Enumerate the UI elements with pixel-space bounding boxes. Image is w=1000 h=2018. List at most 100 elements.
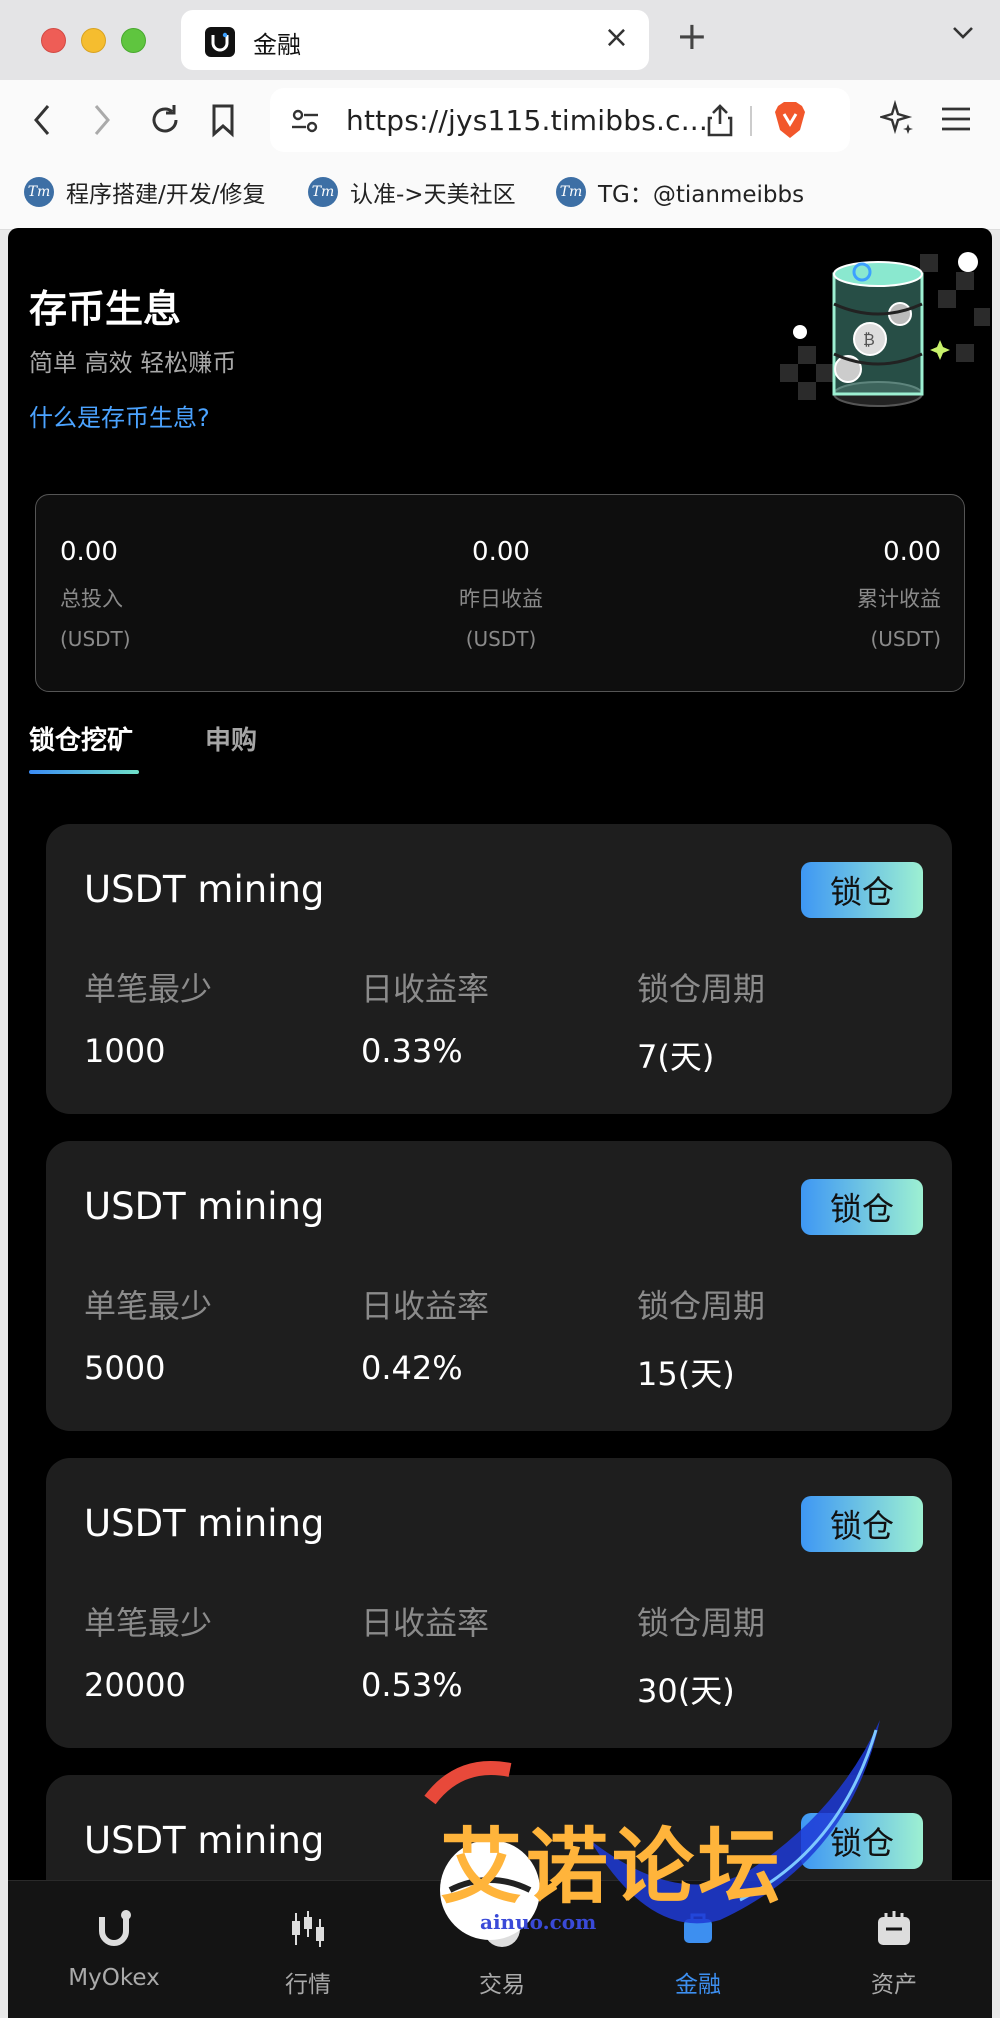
close-window-button[interactable] xyxy=(41,28,66,53)
earnings-summary-card: 0.00 总投入 (USDT) 0.00 昨日收益 (USDT) 0.00 累计… xyxy=(35,494,965,692)
chevron-down-icon[interactable] xyxy=(950,22,976,42)
bookmark-icon[interactable] xyxy=(210,102,236,138)
exchange-icon xyxy=(432,1901,572,1957)
summary-label: 总投入 xyxy=(60,587,123,611)
bookmark-label: 程序搭建/开发/修复 xyxy=(66,182,266,208)
close-tab-icon[interactable]: × xyxy=(604,20,629,55)
stat-label: 日收益率 xyxy=(361,970,490,1008)
stat-label: 锁仓周期 xyxy=(637,1287,766,1325)
share-icon[interactable] xyxy=(706,102,734,138)
stat-value: 30(天) xyxy=(637,1672,735,1710)
summary-unit: (USDT) xyxy=(465,627,537,651)
product-title: USDT mining xyxy=(84,1502,325,1545)
summary-yesterday-earnings: 0.00 昨日收益 (USDT) xyxy=(401,537,601,651)
bottom-navigation: MyOkex 行情 交易 金融 资产 xyxy=(8,1880,992,2018)
new-tab-icon[interactable]: + xyxy=(676,16,708,56)
tab-lock-mining[interactable]: 锁仓挖矿 xyxy=(29,720,133,757)
product-title: USDT mining xyxy=(84,1819,325,1862)
ai-sparkle-icon[interactable] xyxy=(880,100,916,136)
product-card: USDT mining 锁仓 单笔最少 1000 日收益率 0.33% 锁仓周期… xyxy=(46,824,952,1114)
summary-unit: (USDT) xyxy=(870,627,941,651)
stat-daily-rate: 日收益率 0.53% xyxy=(361,1598,489,1704)
browser-tab-bar: 金融 × + xyxy=(0,0,1000,80)
stat-min-amount: 单笔最少 20000 xyxy=(84,1598,212,1704)
summary-total-invest: 0.00 总投入 (USDT) xyxy=(60,537,260,651)
back-icon[interactable] xyxy=(30,102,54,138)
separator xyxy=(750,106,752,136)
address-bar[interactable]: https://jys115.timibbs.c... xyxy=(270,88,850,152)
summary-label: 累计收益 xyxy=(857,587,941,611)
stat-value: 0.33% xyxy=(361,1032,463,1070)
stat-value: 7(天) xyxy=(637,1038,715,1076)
tm-logo-icon: Tm xyxy=(556,177,586,207)
page-subtitle: 简单 高效 轻松赚币 xyxy=(29,349,237,377)
nav-label: 行情 xyxy=(285,1972,331,1998)
browser-toolbar: https://jys115.timibbs.c... xyxy=(0,80,1000,160)
bookmarks-bar: Tm 程序搭建/开发/修复 Tm 认准->天美社区 Tm TG：@tianmei… xyxy=(0,160,1000,230)
help-link[interactable]: 什么是存币生息? xyxy=(29,398,210,433)
product-card: USDT mining 锁仓 单笔最少 5000 日收益率 0.42% 锁仓周期… xyxy=(46,1141,952,1431)
page-title: 存币生息 xyxy=(29,287,182,331)
tab-title: 金融 xyxy=(253,31,301,59)
logo-icon xyxy=(44,1901,184,1957)
bookmark-label: 认准->天美社区 xyxy=(350,182,516,208)
stat-min-amount: 单笔最少 1000 xyxy=(84,964,212,1070)
svg-text:₿: ₿ xyxy=(863,330,875,349)
nav-item-assets[interactable]: 资产 xyxy=(824,1901,964,1999)
summary-unit: (USDT) xyxy=(60,627,131,651)
forward-icon[interactable] xyxy=(90,102,114,138)
nav-item-finance[interactable]: 金融 xyxy=(628,1901,768,1999)
nav-item-myokex[interactable]: MyOkex xyxy=(44,1901,184,1991)
stat-lock-period: 锁仓周期 15(天) xyxy=(637,1281,765,1395)
page-content: 存币生息 简单 高效 轻松赚币 什么是存币生息? ₿ 0.00 总投入 (USD… xyxy=(8,228,992,2018)
product-title: USDT mining xyxy=(84,1185,325,1228)
bookmark-label: TG：@tianmeibbs xyxy=(598,182,805,208)
stat-label: 锁仓周期 xyxy=(637,970,766,1008)
tab-subscribe[interactable]: 申购 xyxy=(205,720,257,757)
url-text[interactable]: https://jys115.timibbs.c... xyxy=(346,104,708,137)
product-card: USDT mining 锁仓 单笔最少 20000 日收益率 0.53% 锁仓周… xyxy=(46,1458,952,1748)
lock-button[interactable]: 锁仓 xyxy=(801,1813,923,1869)
coin-vault-illustration: ₿ xyxy=(780,252,990,407)
stat-daily-rate: 日收益率 0.33% xyxy=(361,964,489,1070)
finance-icon xyxy=(628,1901,768,1957)
nav-label: 交易 xyxy=(479,1972,525,1998)
site-settings-icon[interactable] xyxy=(290,108,320,134)
summary-label: 昨日收益 xyxy=(459,587,543,611)
stat-label: 单笔最少 xyxy=(84,1287,213,1325)
bookmark-item[interactable]: Tm 认准->天美社区 xyxy=(308,174,516,210)
summary-total-earnings: 0.00 累计收益 (USDT) xyxy=(741,537,941,651)
summary-value: 0.00 xyxy=(883,537,941,567)
stat-value: 0.53% xyxy=(361,1666,463,1704)
product-title: USDT mining xyxy=(84,868,325,911)
active-tab-indicator xyxy=(29,770,139,774)
nav-label: MyOkex xyxy=(68,1965,160,1991)
stat-label: 单笔最少 xyxy=(84,970,213,1008)
stat-value: 15(天) xyxy=(637,1355,735,1393)
lock-button[interactable]: 锁仓 xyxy=(801,862,923,918)
browser-tab[interactable]: 金融 × xyxy=(181,10,649,70)
nav-item-market[interactable]: 行情 xyxy=(238,1901,378,1999)
candlestick-icon xyxy=(238,1901,378,1957)
lock-button[interactable]: 锁仓 xyxy=(801,1496,923,1552)
bookmark-item[interactable]: Tm TG：@tianmeibbs xyxy=(556,174,804,210)
stat-value: 1000 xyxy=(84,1032,166,1070)
menu-icon[interactable] xyxy=(940,106,972,132)
stat-label: 日收益率 xyxy=(361,1604,490,1642)
stat-daily-rate: 日收益率 0.42% xyxy=(361,1281,489,1387)
stat-value: 5000 xyxy=(84,1349,166,1387)
site-favicon-icon xyxy=(205,27,235,57)
stat-label: 日收益率 xyxy=(361,1287,490,1325)
nav-item-trade[interactable]: 交易 xyxy=(432,1901,572,1999)
brave-shield-icon[interactable] xyxy=(772,100,808,140)
summary-value: 0.00 xyxy=(60,537,118,567)
minimize-window-button[interactable] xyxy=(81,28,106,53)
stat-lock-period: 锁仓周期 30(天) xyxy=(637,1598,765,1712)
tm-logo-icon: Tm xyxy=(24,177,54,207)
stat-value: 20000 xyxy=(84,1666,186,1704)
nav-label: 资产 xyxy=(871,1972,917,1998)
bookmark-item[interactable]: Tm 程序搭建/开发/修复 xyxy=(24,174,266,210)
zoom-window-button[interactable] xyxy=(121,28,146,53)
reload-icon[interactable] xyxy=(148,102,182,138)
lock-button[interactable]: 锁仓 xyxy=(801,1179,923,1235)
